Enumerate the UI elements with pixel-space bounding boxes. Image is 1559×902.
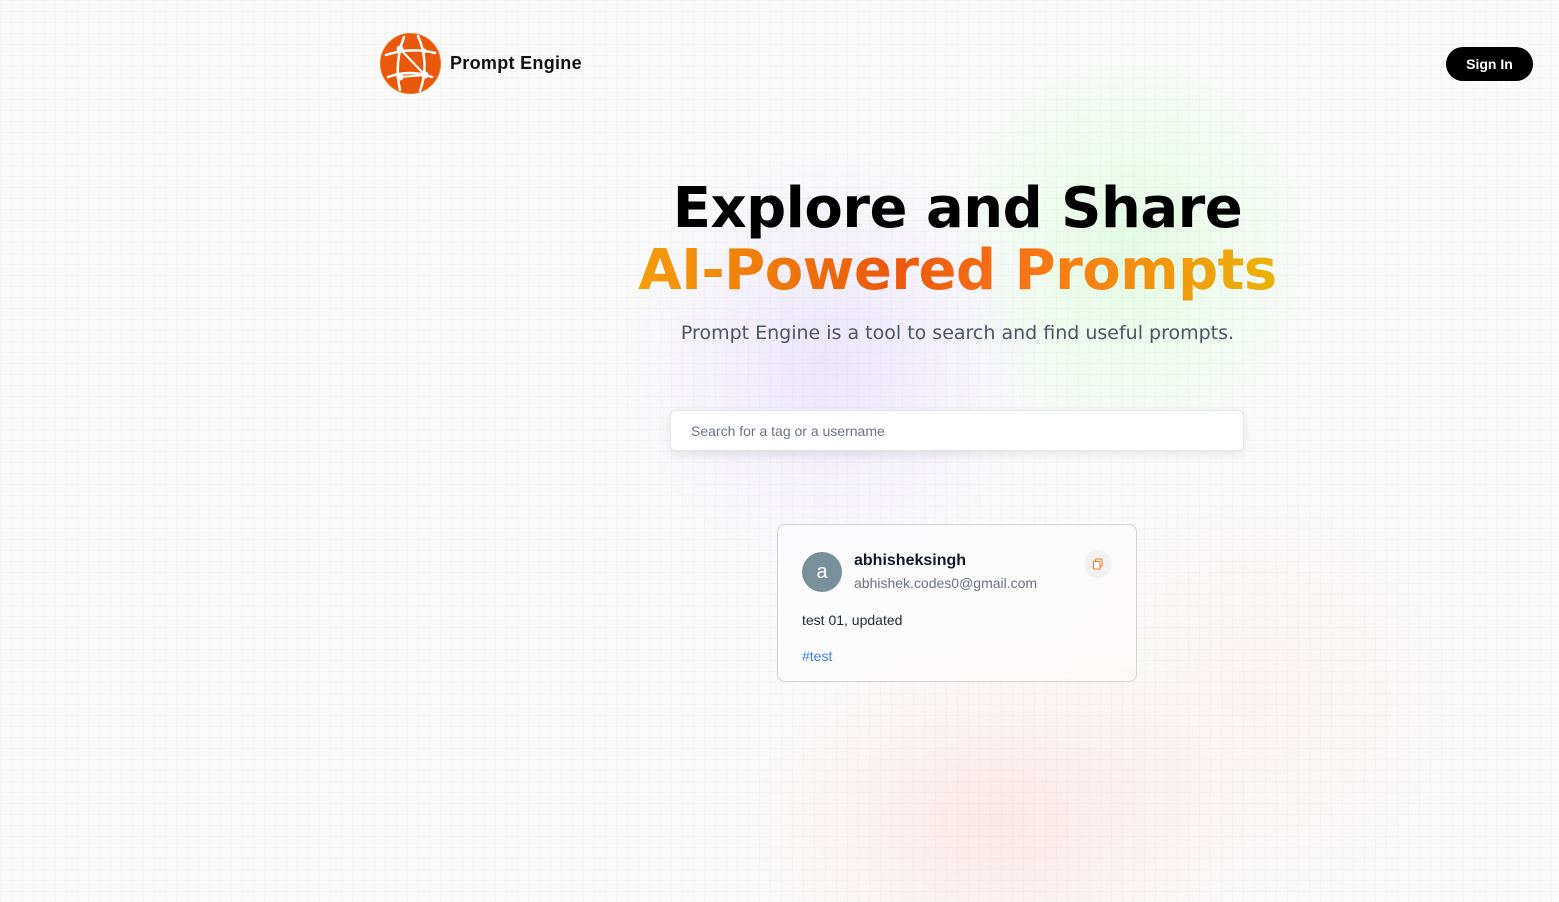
background-gradient xyxy=(0,0,1559,902)
hero-title-line2: AI-Powered Prompts xyxy=(638,238,1277,303)
top-nav: Prompt Engine Sign In xyxy=(0,0,1559,128)
hero-section: Explore and Share AI-Powered Prompts Pro… xyxy=(560,178,1355,345)
avatar[interactable]: a xyxy=(802,552,842,592)
app-name: Prompt Engine xyxy=(450,53,582,73)
hero-title-line1: Explore and Share xyxy=(672,176,1243,241)
prompt-card-username[interactable]: abhisheksingh xyxy=(854,552,966,570)
prompt-card-tag[interactable]: #test xyxy=(802,648,832,664)
hero-title: Explore and Share AI-Powered Prompts xyxy=(560,178,1355,302)
prompt-card-email: abhishek.codes0@gmail.com xyxy=(854,575,1038,591)
prompt-card: a abhisheksingh abhishek.codes0@gmail.co… xyxy=(777,524,1137,682)
search-input[interactable] xyxy=(670,410,1244,451)
hero-subtitle: Prompt Engine is a tool to search and fi… xyxy=(680,322,1235,344)
sign-in-button[interactable]: Sign In xyxy=(1446,47,1533,81)
brand-logo-link[interactable]: Prompt Engine xyxy=(380,33,582,94)
prompt-card-text: test 01, updated xyxy=(802,612,903,628)
copy-icon xyxy=(1093,558,1103,570)
globe-network-icon xyxy=(380,33,441,94)
copy-button[interactable] xyxy=(1084,550,1112,578)
background-grid xyxy=(0,0,1559,902)
